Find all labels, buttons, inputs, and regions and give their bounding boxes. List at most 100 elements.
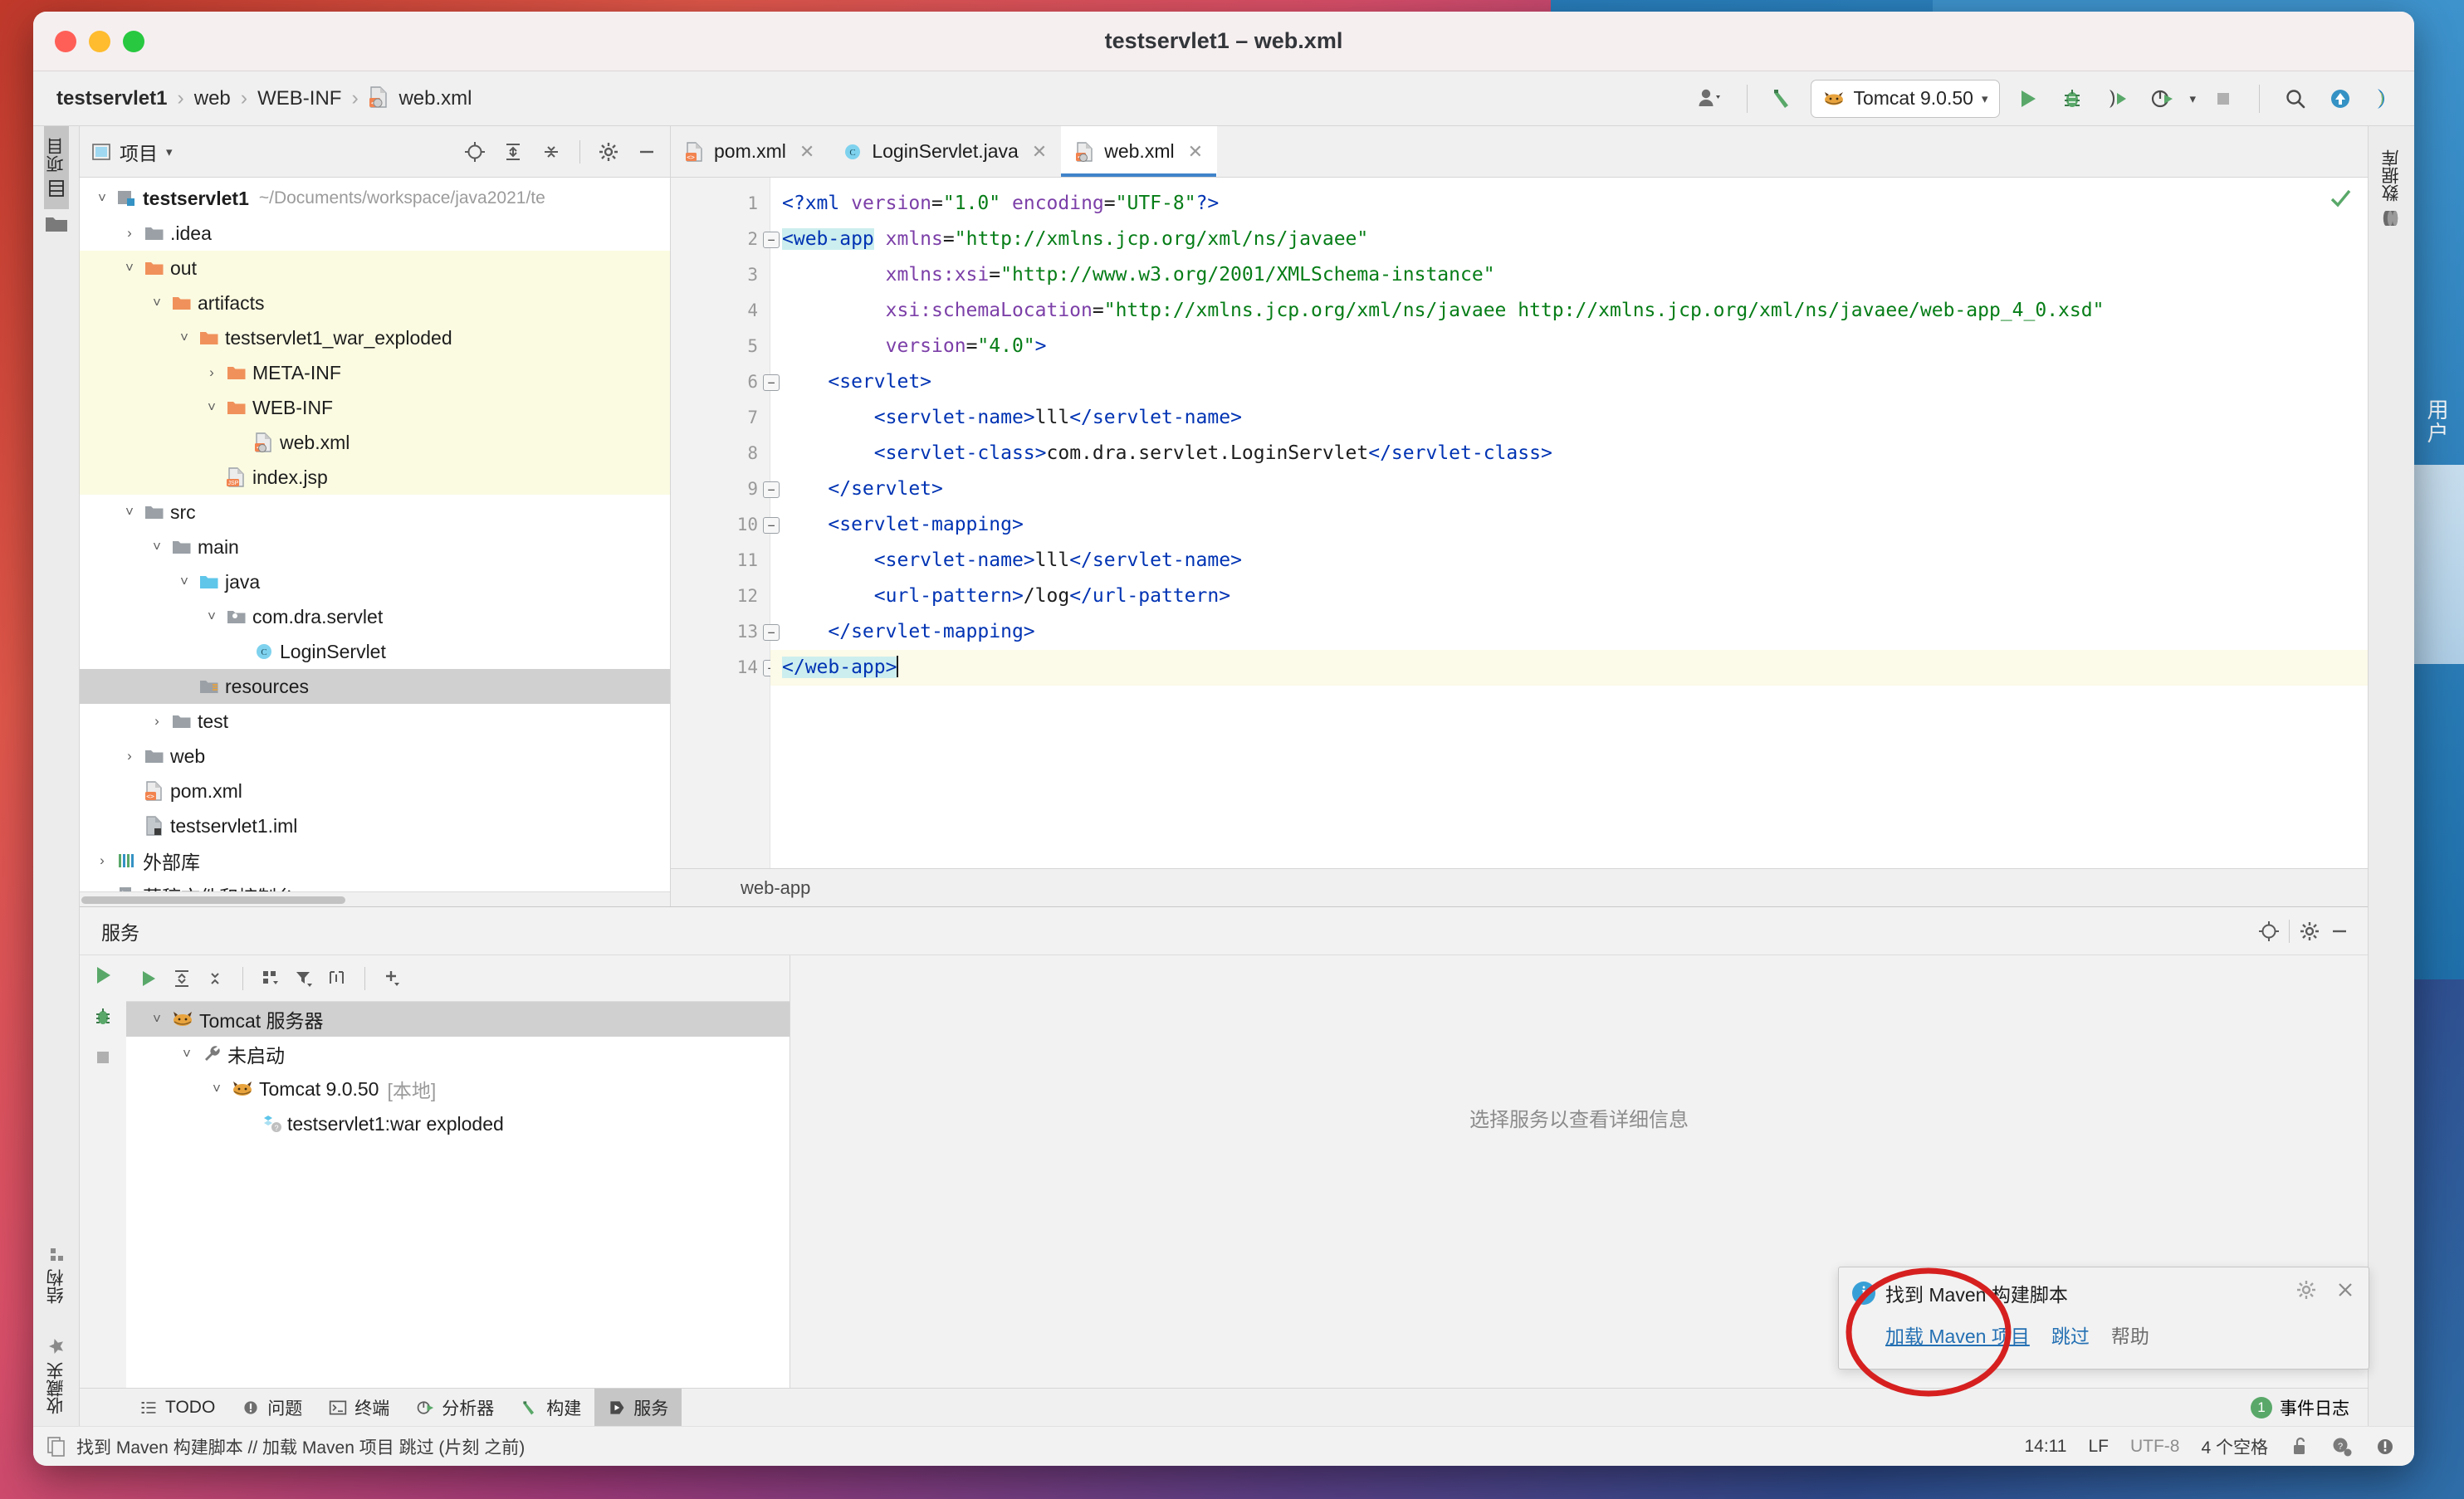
code-line[interactable]: xmlns:xsi="http://www.w3.org/2001/XMLSch… [770,257,2368,293]
chevron-down-icon[interactable]: ˅ [119,504,140,520]
help-settings-icon[interactable]: ? [2331,1436,2353,1457]
debug-bug-icon[interactable] [2055,81,2090,116]
code-line[interactable]: </servlet> [770,471,2368,507]
run-play-icon[interactable] [91,964,115,987]
expand-all-icon[interactable] [171,968,193,989]
editor-breadcrumb-bar[interactable]: web-app [671,868,2368,906]
line-number[interactable]: 10− [671,507,780,543]
chevron-right-icon[interactable]: › [91,852,113,869]
run-configuration-selector[interactable]: Tomcat 9.0.50 ▾ [1811,79,2001,118]
editor-content[interactable]: 12−3456−789−10−111213−14− <?xml version=… [671,178,2368,868]
tree-row[interactable]: ˅ main [80,530,670,564]
build-hammer-icon[interactable] [1766,81,1801,116]
chevron-down-icon[interactable]: ˅ [174,330,195,346]
status-line-separator[interactable]: LF [2088,1437,2109,1457]
line-number[interactable]: 12 [671,579,770,614]
gear-icon[interactable] [594,137,623,167]
status-indent[interactable]: 4 个空格 [2201,1434,2268,1459]
collapse-all-icon[interactable] [536,137,566,167]
code-line[interactable]: xsi:schemaLocation="http://xmlns.jcp.org… [770,293,2368,329]
tree-row[interactable]: › .idea [80,216,670,251]
project-tree-scrollbar[interactable] [80,891,670,906]
update-project-icon[interactable] [2323,81,2358,116]
editor-gutter[interactable]: 12−3456−789−10−111213−14− [671,178,780,868]
help-link[interactable]: 帮助 [2111,1321,2149,1349]
status-encoding[interactable]: UTF-8 [2130,1437,2180,1457]
chevron-down-icon[interactable]: ˅ [206,1081,227,1097]
chevron-down-icon[interactable]: ˅ [146,539,168,555]
line-number[interactable]: 8 [671,436,770,471]
tree-row[interactable]: JSP index.jsp [80,460,670,495]
add-icon[interactable] [382,968,403,989]
tree-row[interactable]: ˅ artifacts [80,286,670,320]
project-tree[interactable]: ˅ testservlet1 ~/Documents/workspace/java2… [80,178,670,891]
chevron-right-icon[interactable]: › [119,225,140,242]
editor-code[interactable]: <?xml version="1.0" encoding="UTF-8"?> <w… [770,178,2368,868]
editor-tab[interactable]: < web.xml ✕ [1061,126,1218,177]
group-by-icon[interactable] [260,968,281,989]
line-number[interactable]: 3 [671,257,770,293]
code-line[interactable]: <web-app xmlns="http://xmlns.jcp.org/xml… [770,222,2368,257]
tree-row[interactable]: ˅ testservlet1 ~/Documents/workspace/java2… [80,181,670,216]
services-tree-row[interactable]: ˅ Tomcat 9.0.50 [本地] [126,1072,790,1106]
close-icon[interactable] [2335,1280,2355,1300]
minimize-icon[interactable] [2325,916,2354,946]
chevron-down-icon[interactable]: ˅ [146,1011,168,1028]
tree-row[interactable]: <web.xml [80,425,670,460]
gear-icon[interactable] [2295,916,2325,946]
code-line[interactable]: </web-app> [770,650,2368,686]
debug-bug-icon[interactable] [91,1005,115,1028]
locate-icon[interactable] [460,137,490,167]
line-number[interactable]: 6− [671,364,780,400]
bottom-tool-bar[interactable]: TODO 问题 终端 分析器 构建 服务 1 事件日志 [80,1388,2368,1426]
sidebar-item-favorites[interactable]: 收藏夹 [44,1316,69,1426]
tree-row[interactable]: ˅ src [80,495,670,530]
close-tab-icon[interactable]: ✕ [1188,141,1203,163]
code-line[interactable]: <servlet-class>com.dra.servlet.LoginServ… [770,436,2368,471]
chevron-down-icon[interactable]: ˅ [176,1046,198,1062]
tree-row[interactable]: ˅ testservlet1_war_exploded [80,320,670,355]
locate-icon[interactable] [2254,916,2284,946]
line-number[interactable]: 4 [671,293,770,329]
line-number[interactable]: 14− [671,650,780,686]
inspection-ok-icon[interactable] [2328,186,2353,211]
event-log-button[interactable]: 1 事件日志 [2251,1389,2368,1426]
chevron-down-icon[interactable]: ˅ [91,190,113,207]
editor-tab[interactable]: C LoginServlet.java ✕ [829,126,1061,177]
chevron-down-icon[interactable]: ˅ [174,574,195,590]
chevron-right-icon[interactable]: › [201,364,222,381]
tree-row[interactable]: ˅ WEB-INF [80,390,670,425]
code-line[interactable]: <servlet-name>lll</servlet-name> [770,543,2368,579]
chevron-down-icon[interactable]: ▾ [166,144,173,159]
line-number[interactable]: 2− [671,222,780,257]
tree-row[interactable]: › META-INF [80,355,670,390]
tree-row[interactable]: ˅ out [80,251,670,286]
code-line[interactable]: </servlet-mapping> [770,614,2368,650]
bottom-tab[interactable]: 终端 [315,1389,403,1426]
chevron-right-icon[interactable]: › [146,713,168,730]
project-panel-title[interactable]: 项目 ▾ [91,138,173,166]
tree-row[interactable]: <> pom.xml [80,774,670,808]
services-tree-row[interactable]: ˅ Tomcat 服务器 [126,1002,790,1037]
load-maven-project-link[interactable]: 加载 Maven 项目 [1885,1321,2030,1349]
editor-tab[interactable]: <> pom.xml ✕ [671,126,829,177]
breadcrumb-item-project[interactable]: testservlet1 [51,87,172,110]
tree-row[interactable]: › test [80,704,670,739]
filter-icon[interactable] [293,968,315,989]
line-number[interactable]: 7 [671,400,770,436]
tree-row[interactable]: › 外部库 [80,843,670,878]
scrollbar-thumb[interactable] [81,896,345,904]
skip-link[interactable]: 跳过 [2051,1321,2090,1349]
run-play-icon[interactable] [138,968,159,989]
user-avatar-icon[interactable] [1694,81,1728,116]
tree-row[interactable]: ›草稿文件和控制台 [80,878,670,891]
breadcrumb-item-file[interactable]: < web.xml [364,86,477,110]
sidebar-item-structure[interactable]: 结构 [44,1234,69,1316]
tree-row[interactable]: ˅ com.dra.servlet [80,599,670,634]
status-message[interactable]: 找到 Maven 构建脚本 // 加载 Maven 项目 跳过 (片刻 之前) [46,1434,525,1459]
tree-row[interactable]: › web [80,739,670,774]
tree-row[interactable]: testservlet1.iml [80,808,670,843]
services-tree-row[interactable]: ? testservlet1:war exploded [126,1106,790,1141]
search-everywhere-icon[interactable] [2278,81,2313,116]
bottom-tab[interactable]: 问题 [228,1389,315,1426]
